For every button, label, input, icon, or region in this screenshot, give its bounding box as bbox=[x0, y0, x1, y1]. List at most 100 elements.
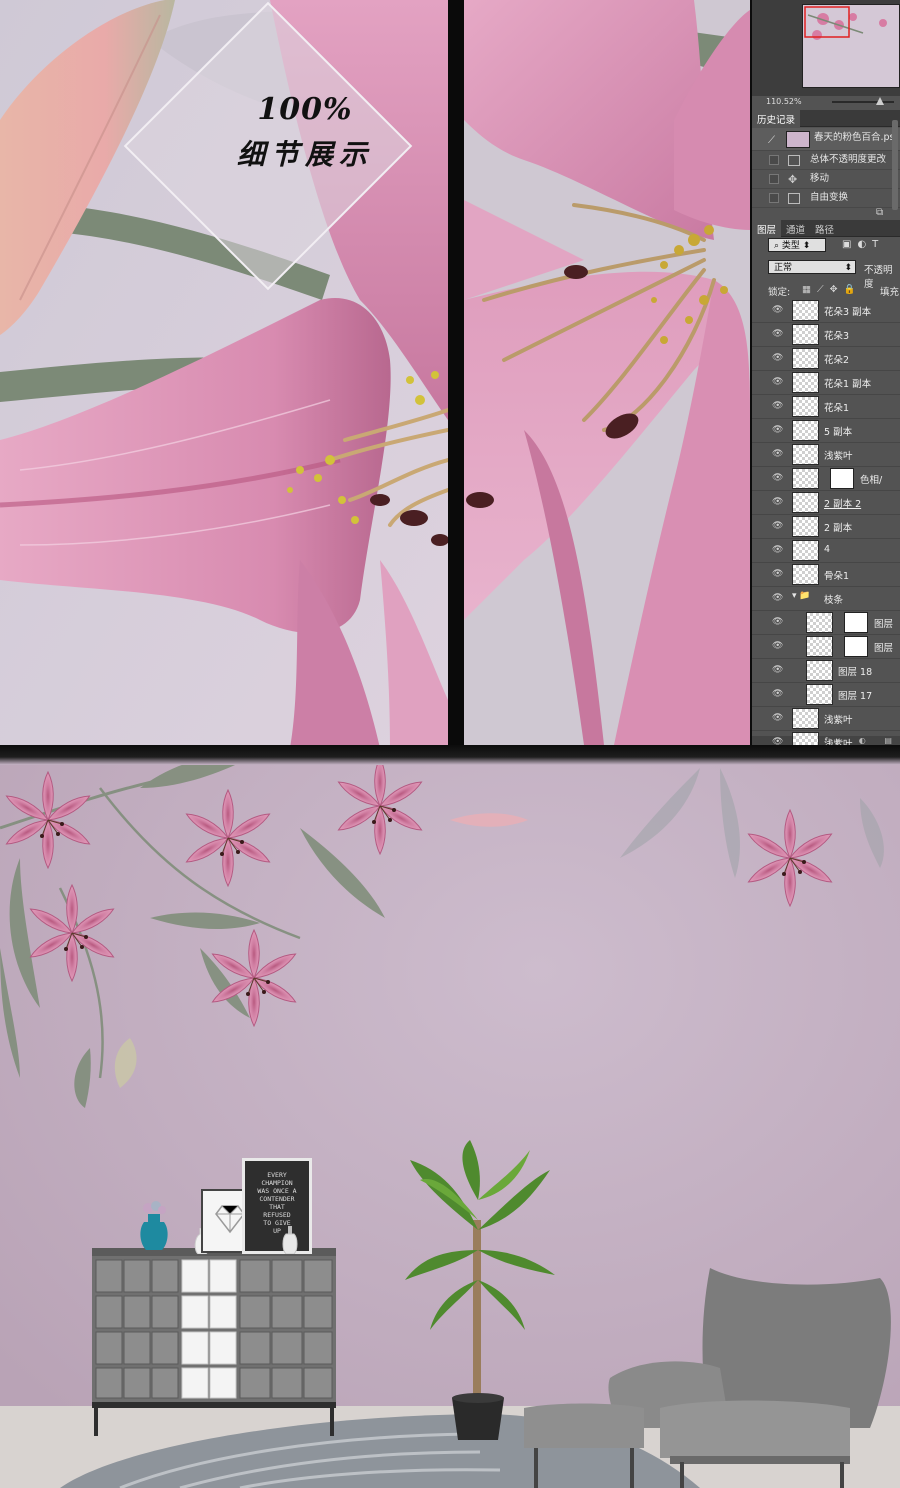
history-brush-icon[interactable]: ⟋ bbox=[768, 132, 775, 150]
visibility-eye-icon[interactable]: 👁 bbox=[772, 329, 783, 339]
layer-name: 花朵3 副本 bbox=[824, 307, 872, 318]
history-item[interactable]: 自由变换 bbox=[752, 189, 900, 208]
layer-row[interactable]: 👁 图层 bbox=[752, 634, 900, 659]
layer-name: 图层 bbox=[874, 619, 894, 630]
visibility-eye-icon[interactable]: 👁 bbox=[772, 545, 783, 555]
layer-row[interactable]: 👁 浅紫叶 bbox=[752, 442, 900, 467]
poster-line: EVERY bbox=[267, 1171, 287, 1179]
history-snapshot[interactable]: ⟋ 春天的粉色百合.ps bbox=[752, 128, 900, 151]
visibility-eye-icon[interactable]: 👁 bbox=[772, 665, 783, 675]
layer-mask-thumbnail bbox=[830, 468, 854, 489]
layer-filter-label: 类型 bbox=[781, 241, 800, 251]
zoom-slider[interactable] bbox=[832, 101, 894, 103]
layer-row[interactable]: 👁 花朵3 副本 bbox=[752, 298, 900, 323]
photoshop-panel: 110.52% 历史记录 ⟋ 春天的粉色百合.ps 总体不透明度更改 ✥ 移动 … bbox=[752, 0, 900, 748]
history-checkbox[interactable] bbox=[769, 174, 779, 184]
visibility-eye-icon[interactable]: 👁 bbox=[772, 473, 783, 483]
navigator-thumbnail[interactable] bbox=[802, 4, 900, 88]
visibility-eye-icon[interactable]: 👁 bbox=[772, 449, 783, 459]
history-item[interactable]: 总体不透明度更改 bbox=[752, 151, 900, 170]
visibility-eye-icon[interactable]: 👁 bbox=[772, 377, 783, 387]
layer-thumbnail bbox=[806, 636, 833, 657]
layer-thumbnail bbox=[792, 708, 819, 729]
visibility-eye-icon[interactable]: 👁 bbox=[772, 497, 783, 507]
ottoman bbox=[524, 1403, 644, 1488]
layer-row[interactable]: 👁 花朵2 bbox=[752, 346, 900, 371]
layer-name: 图层 bbox=[874, 643, 894, 654]
layer-name: 花朵3 bbox=[824, 331, 850, 342]
history-item[interactable]: ✥ 移动 bbox=[752, 170, 900, 189]
visibility-eye-icon[interactable]: 👁 bbox=[772, 713, 783, 723]
poster-line: THAT bbox=[269, 1203, 285, 1211]
layer-name: 图层 17 bbox=[838, 691, 873, 702]
layer-thumbnail bbox=[792, 396, 819, 417]
blend-mode-select[interactable]: 正常 ⬍ bbox=[768, 260, 856, 274]
visibility-eye-icon[interactable]: 👁 bbox=[772, 305, 783, 315]
layer-filter-icons[interactable]: ▣◐T bbox=[842, 239, 884, 250]
visibility-eye-icon[interactable]: 👁 bbox=[772, 401, 783, 411]
layer-thumbnail bbox=[792, 516, 819, 537]
layer-row[interactable]: 👁 花朵1 副本 bbox=[752, 370, 900, 395]
visibility-eye-icon[interactable]: 👁 bbox=[772, 641, 783, 651]
history-checkbox[interactable] bbox=[769, 193, 779, 203]
blend-mode-value: 正常 bbox=[774, 263, 793, 273]
layer-row[interactable]: 👁 图层 bbox=[752, 610, 900, 635]
layer-name: 浅紫叶 bbox=[824, 715, 853, 726]
layer-thumbnail bbox=[792, 564, 819, 585]
layer-row[interactable]: 👁 2 副本 bbox=[752, 514, 900, 539]
history-checkbox[interactable] bbox=[769, 155, 779, 165]
layer-thumbnail bbox=[792, 444, 819, 465]
history-tabbar: 历史记录 bbox=[752, 110, 900, 128]
layer-name: 4 bbox=[824, 544, 831, 555]
layer-thumbnail bbox=[792, 420, 819, 441]
lily-closeup-right bbox=[464, 0, 750, 745]
visibility-eye-icon[interactable]: 👁 bbox=[772, 569, 783, 579]
layer-row[interactable]: 👁 4 bbox=[752, 538, 900, 563]
tab-layers[interactable]: 图层 bbox=[752, 220, 782, 238]
layer-row[interactable]: 👁 图层 17 bbox=[752, 682, 900, 707]
layer-row[interactable]: 👁 5 副本 bbox=[752, 418, 900, 443]
panel-scrollbar[interactable] bbox=[892, 120, 898, 210]
visibility-eye-icon[interactable]: 👁 bbox=[772, 425, 783, 435]
fill-label: 填充 bbox=[880, 287, 900, 298]
layer-name: 2 副本 bbox=[824, 523, 853, 534]
visibility-eye-icon[interactable]: 👁 bbox=[772, 617, 783, 627]
visibility-eye-icon[interactable]: 👁 bbox=[772, 689, 783, 699]
layer-thumbnail bbox=[792, 372, 819, 393]
visibility-eye-icon[interactable]: 👁 bbox=[772, 521, 783, 531]
visibility-eye-icon[interactable]: 👁 bbox=[772, 353, 783, 363]
badge-line-2: 细节展示 bbox=[236, 138, 373, 171]
sideboard-cabinet bbox=[92, 1248, 336, 1436]
layer-name: 2 副本 2 bbox=[824, 499, 862, 510]
layer-row[interactable]: 👁 花朵3 bbox=[752, 322, 900, 347]
detail-canvas-right bbox=[464, 0, 750, 745]
layer-thumbnail bbox=[792, 300, 819, 321]
layer-row[interactable]: 👁 2 副本 2 bbox=[752, 490, 900, 515]
layer-row[interactable]: 👁 骨朵1 bbox=[752, 562, 900, 587]
detail-badge-text: 100% 细节展示 bbox=[200, 92, 410, 173]
layer-name: 枝条 bbox=[824, 595, 844, 606]
tab-channels[interactable]: 通道 bbox=[781, 220, 810, 238]
move-icon: ✥ bbox=[788, 173, 798, 186]
zoom-level[interactable]: 110.52% bbox=[766, 97, 802, 106]
layer-row[interactable]: 👁 图层 18 bbox=[752, 658, 900, 683]
layer-name: 花朵1 bbox=[824, 403, 850, 414]
layer-row[interactable]: 👁 浅紫叶 bbox=[752, 706, 900, 731]
potted-plant bbox=[405, 1140, 555, 1440]
tab-paths[interactable]: 路径 bbox=[810, 220, 839, 238]
layer-filter-select[interactable]: ⌕ 类型 ⬍ bbox=[768, 238, 826, 252]
layer-thumbnail bbox=[792, 468, 819, 489]
layer-row[interactable]: 👁 花朵1 bbox=[752, 394, 900, 419]
layer-thumbnail bbox=[806, 660, 833, 681]
visibility-eye-icon[interactable]: 👁 bbox=[772, 593, 783, 603]
layer-name: 花朵1 副本 bbox=[824, 379, 872, 390]
folder-icon[interactable]: ▾ 📁 bbox=[792, 591, 811, 601]
badge-line-1: 100% bbox=[257, 92, 353, 127]
new-snapshot-icon[interactable]: ⧉ bbox=[876, 207, 883, 218]
layer-name: 浅紫叶 bbox=[824, 451, 853, 462]
lock-icons[interactable]: ▦⟋✥🔒 bbox=[802, 284, 861, 295]
layer-row[interactable]: 👁 ▾ 📁 枝条 bbox=[752, 586, 900, 611]
navigator-panel bbox=[752, 0, 900, 96]
layer-row[interactable]: 👁 色相/ bbox=[752, 466, 900, 491]
tab-history[interactable]: 历史记录 bbox=[752, 110, 801, 128]
